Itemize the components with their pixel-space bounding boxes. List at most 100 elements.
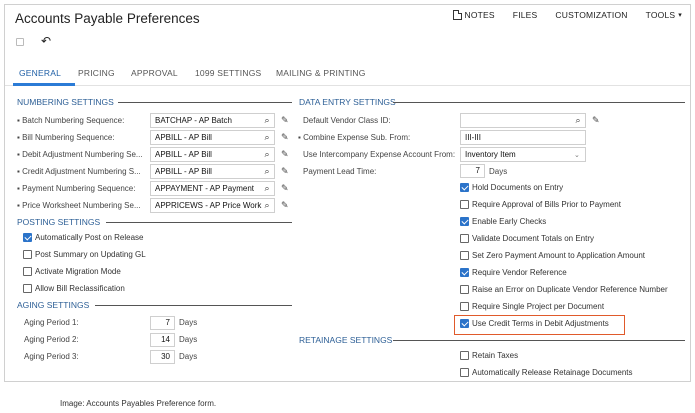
- auto-release-retainage-checkbox[interactable]: Automatically Release Retainage Document…: [460, 368, 633, 377]
- aging-period-3-unit: Days: [179, 352, 198, 361]
- hold-documents-checkbox[interactable]: Hold Documents on Entry: [460, 183, 563, 192]
- section-divider: [393, 340, 685, 341]
- form-window: Accounts Payable Preferences NOTES FILES…: [4, 4, 691, 382]
- debit-adjustment-numbering-label: ▪ Debit Adjustment Numbering Se...: [17, 150, 143, 159]
- set-zero-payment-checkbox[interactable]: Set Zero Payment Amount to Application A…: [460, 251, 645, 260]
- checkbox-unchecked-icon: [460, 302, 469, 311]
- checkbox-unchecked-icon: [460, 234, 469, 243]
- default-vendor-class-label: Default Vendor Class ID:: [303, 116, 391, 125]
- checkbox-unchecked-icon: [23, 250, 32, 259]
- search-icon[interactable]: ⌕: [261, 164, 273, 179]
- aging-period-2-field[interactable]: 14: [150, 333, 175, 347]
- checkbox-unchecked-icon: [460, 285, 469, 294]
- bill-numbering-label: ▪ Bill Numbering Sequence:: [17, 133, 115, 142]
- aging-period-2-label: Aging Period 2:: [24, 335, 79, 344]
- checkbox-checked-icon: [460, 268, 469, 277]
- tools-button[interactable]: TOOLS ▾: [646, 10, 682, 20]
- aging-period-1-unit: Days: [179, 318, 198, 327]
- pencil-icon[interactable]: ✎: [281, 115, 289, 126]
- automatically-post-on-release-checkbox[interactable]: Automatically Post on Release: [23, 233, 144, 242]
- search-icon[interactable]: ⌕: [261, 181, 273, 196]
- notes-button[interactable]: NOTES: [452, 10, 495, 20]
- aging-settings-heading: AGING SETTINGS: [17, 300, 90, 310]
- notes-label: NOTES: [464, 10, 495, 20]
- tools-label: TOOLS: [645, 10, 676, 20]
- pencil-icon[interactable]: ✎: [281, 166, 289, 177]
- allow-bill-reclassification-checkbox[interactable]: Allow Bill Reclassification: [23, 284, 125, 293]
- raise-error-duplicate-reference-checkbox[interactable]: Raise an Error on Duplicate Vendor Refer…: [460, 285, 668, 294]
- files-label: FILES: [512, 10, 538, 20]
- pencil-icon[interactable]: ✎: [281, 183, 289, 194]
- customization-button[interactable]: CUSTOMIZATION: [555, 10, 627, 20]
- section-divider: [393, 102, 685, 103]
- tab-mailing-printing[interactable]: MAILING & PRINTING: [276, 68, 366, 78]
- section-divider: [95, 305, 292, 306]
- page-title: Accounts Payable Preferences: [15, 11, 200, 26]
- payment-lead-time-label: Payment Lead Time:: [303, 167, 377, 176]
- search-icon[interactable]: ⌕: [572, 113, 584, 128]
- pencil-icon[interactable]: ✎: [281, 200, 289, 211]
- checkbox-unchecked-icon: [460, 200, 469, 209]
- posting-settings-heading: POSTING SETTINGS: [17, 217, 101, 227]
- batch-numbering-field[interactable]: BATCHAP - AP Batch: [150, 113, 275, 128]
- intercompany-expense-label: Use Intercompany Expense Account From:: [303, 150, 456, 159]
- top-nav: NOTES FILES CUSTOMIZATION TOOLS ▾: [452, 10, 682, 20]
- batch-numbering-label: ▪ Batch Numbering Sequence:: [17, 116, 125, 125]
- customization-label: CUSTOMIZATION: [555, 10, 628, 20]
- aging-period-3-label: Aging Period 3:: [24, 352, 79, 361]
- aging-period-3-field[interactable]: 30: [150, 350, 175, 364]
- post-summary-checkbox[interactable]: Post Summary on Updating GL: [23, 250, 146, 259]
- retain-taxes-checkbox[interactable]: Retain Taxes: [460, 351, 518, 360]
- validate-document-totals-checkbox[interactable]: Validate Document Totals on Entry: [460, 234, 594, 243]
- tab-approval[interactable]: APPROVAL: [131, 68, 178, 78]
- enable-early-checks-checkbox[interactable]: Enable Early Checks: [460, 217, 546, 226]
- checkbox-unchecked-icon: [23, 284, 32, 293]
- price-worksheet-numbering-label: ▪ Price Worksheet Numbering Se...: [17, 201, 141, 210]
- numbering-settings-heading: NUMBERING SETTINGS: [17, 97, 114, 107]
- payment-lead-time-field[interactable]: 7: [460, 164, 485, 178]
- undo-icon[interactable]: ↶: [41, 34, 51, 48]
- retainage-settings-heading: RETAINAGE SETTINGS: [299, 335, 393, 345]
- tab-bar: GENERAL PRICING APPROVAL 1099 SETTINGS M…: [5, 59, 690, 86]
- search-icon[interactable]: ⌕: [261, 147, 273, 162]
- search-icon[interactable]: ⌕: [261, 198, 273, 213]
- debit-adjustment-numbering-field[interactable]: APBILL - AP Bill: [150, 147, 275, 162]
- checkbox-checked-icon: [460, 183, 469, 192]
- aging-period-2-unit: Days: [179, 335, 198, 344]
- activate-migration-mode-checkbox[interactable]: Activate Migration Mode: [23, 267, 121, 276]
- default-vendor-class-field[interactable]: [460, 113, 586, 128]
- require-vendor-reference-checkbox[interactable]: Require Vendor Reference: [460, 268, 567, 277]
- chevron-down-icon: ▾: [678, 12, 682, 19]
- price-worksheet-numbering-field[interactable]: APPRICEWS - AP Price Work: [150, 198, 275, 213]
- checkbox-unchecked-icon: [460, 351, 469, 360]
- pencil-icon[interactable]: ✎: [281, 149, 289, 160]
- bill-numbering-field[interactable]: APBILL - AP Bill: [150, 130, 275, 145]
- tab-general[interactable]: GENERAL: [19, 68, 61, 78]
- aging-period-1-label: Aging Period 1:: [24, 318, 79, 327]
- pencil-icon[interactable]: ✎: [281, 132, 289, 143]
- require-approval-checkbox[interactable]: Require Approval of Bills Prior to Payme…: [460, 200, 621, 209]
- payment-numbering-field[interactable]: APPAYMENT - AP Payment: [150, 181, 275, 196]
- chevron-down-icon[interactable]: ⌄: [574, 151, 580, 159]
- credit-adjustment-numbering-field[interactable]: APBILL - AP Bill: [150, 164, 275, 179]
- image-caption: Image: Accounts Payables Preference form…: [60, 399, 217, 408]
- files-button[interactable]: FILES: [513, 10, 538, 20]
- tab-pricing[interactable]: PRICING: [78, 68, 115, 78]
- intercompany-expense-select[interactable]: Inventory Item: [460, 147, 586, 162]
- search-icon[interactable]: ⌕: [261, 130, 273, 145]
- search-icon[interactable]: ⌕: [261, 113, 273, 128]
- combine-expense-sub-label: ▪ Combine Expense Sub. From:: [298, 133, 411, 142]
- payment-numbering-label: ▪ Payment Numbering Sequence:: [17, 184, 136, 193]
- credit-adjustment-numbering-label: ▪ Credit Adjustment Numbering S...: [17, 167, 141, 176]
- pencil-icon[interactable]: ✎: [592, 115, 600, 126]
- checkbox-unchecked-icon: [460, 251, 469, 260]
- save-icon[interactable]: [16, 38, 24, 46]
- payment-lead-time-unit: Days: [489, 167, 508, 176]
- tab-1099-settings[interactable]: 1099 SETTINGS: [195, 68, 261, 78]
- checkbox-unchecked-icon: [23, 267, 32, 276]
- data-entry-settings-heading: DATA ENTRY SETTINGS: [299, 97, 396, 107]
- section-divider: [118, 102, 292, 103]
- aging-period-1-field[interactable]: 7: [150, 316, 175, 330]
- combine-expense-sub-field[interactable]: III-III: [460, 130, 586, 145]
- require-single-project-checkbox[interactable]: Require Single Project per Document: [460, 302, 604, 311]
